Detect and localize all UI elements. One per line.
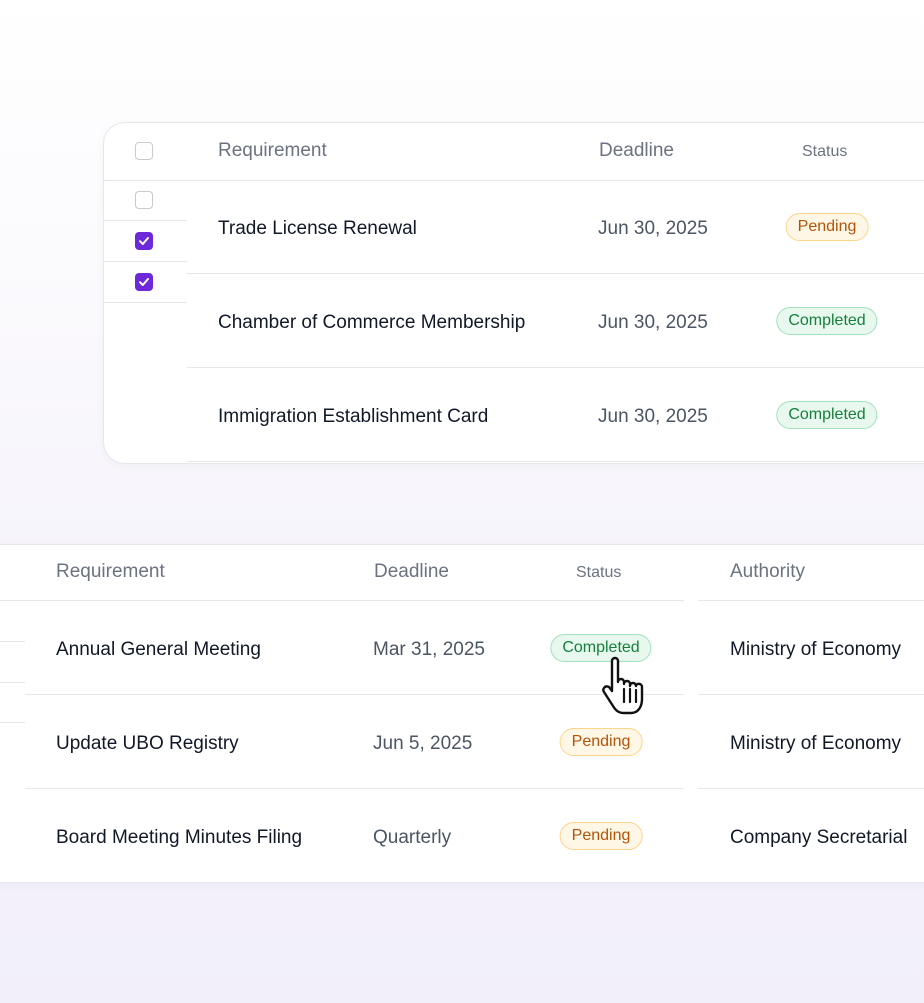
deadline-cell: Jun 30, 2025 — [598, 406, 708, 427]
requirement-cell: Annual General Meeting — [56, 639, 261, 660]
deadline-cell: Jun 30, 2025 — [598, 218, 708, 239]
row-divider — [187, 273, 924, 274]
header-divider — [0, 600, 684, 601]
header-deadline[interactable]: Deadline — [374, 561, 449, 583]
check-icon — [139, 278, 149, 286]
header-deadline[interactable]: Deadline — [599, 140, 674, 162]
deadline-cell: Mar 31, 2025 — [373, 639, 485, 660]
status-badge-completed: Completed — [776, 307, 878, 335]
status-badge-pending: Pending — [785, 213, 869, 241]
checkbox-divider — [104, 261, 187, 262]
deadline-cell: Jun 5, 2025 — [373, 733, 473, 754]
row-checkbox-checked[interactable] — [135, 273, 153, 291]
checkbox-divider — [104, 220, 187, 221]
requirement-cell: Chamber of Commerce Membership — [218, 312, 526, 333]
row-divider — [25, 788, 684, 789]
authority-cell: Ministry of Economy — [730, 639, 902, 660]
row-divider — [187, 367, 924, 368]
hand-pointer-icon — [600, 655, 662, 724]
header-divider — [104, 180, 924, 181]
status-badge-completed: Completed — [776, 401, 878, 429]
row-divider — [25, 694, 684, 695]
check-icon — [139, 237, 149, 245]
left-edge-divider — [0, 641, 25, 642]
row-checkbox-checked[interactable] — [135, 232, 153, 250]
requirement-cell: Update UBO Registry — [56, 733, 239, 754]
status-badge-pending: Pending — [559, 728, 643, 756]
requirement-cell: Trade License Renewal — [218, 218, 417, 239]
header-requirement[interactable]: Requirement — [218, 140, 327, 162]
deadline-cell: Jun 30, 2025 — [598, 312, 708, 333]
checkbox-divider — [104, 302, 187, 303]
row-divider — [187, 461, 924, 462]
authority-cell: Company Secretarial — [730, 827, 908, 848]
row-divider — [698, 694, 924, 695]
row-divider — [698, 788, 924, 789]
header-authority[interactable]: Authority — [730, 561, 805, 583]
status-badge-pending: Pending — [559, 822, 643, 850]
requirement-cell: Board Meeting Minutes Filing — [56, 827, 303, 848]
header-status[interactable]: Status — [802, 143, 847, 161]
requirement-cell: Immigration Establishment Card — [218, 406, 489, 427]
row-checkbox[interactable] — [135, 191, 153, 209]
deadline-cell: Quarterly — [373, 827, 452, 848]
select-all-checkbox[interactable] — [135, 142, 153, 160]
header-requirement[interactable]: Requirement — [56, 561, 165, 583]
header-status[interactable]: Status — [576, 564, 621, 582]
header-divider — [698, 600, 924, 601]
left-edge-divider — [0, 682, 25, 683]
authority-cell: Ministry of Economy — [730, 733, 902, 754]
left-edge-divider — [0, 722, 25, 723]
